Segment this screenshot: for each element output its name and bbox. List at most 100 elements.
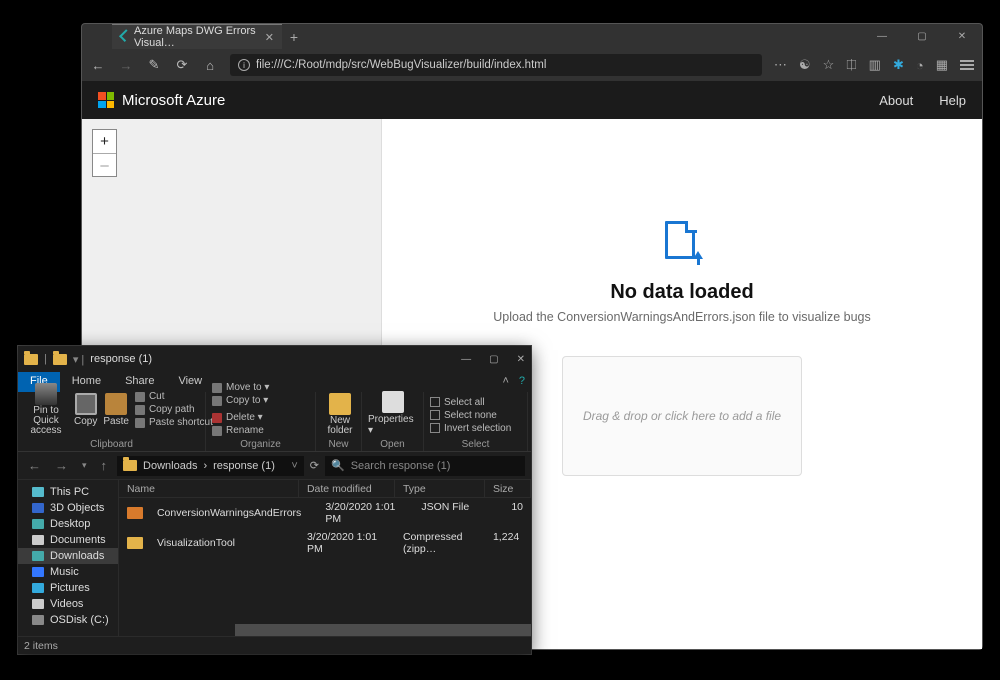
nav-tree[interactable]: This PC 3D Objects Desktop Documents Dow… [18, 480, 119, 636]
group-label-select: Select [424, 438, 527, 451]
collapse-ribbon-icon[interactable]: ˄ [498, 372, 512, 392]
explorer-close-button[interactable]: ✕ [517, 354, 525, 365]
explorer-maximize-button[interactable]: ▢ [489, 354, 498, 365]
expl-forward-button[interactable]: → [51, 458, 72, 473]
explorer-minimize-button[interactable]: — [461, 354, 471, 365]
maximize-button[interactable]: ▢ [902, 31, 942, 42]
horizontal-scrollbar[interactable] [235, 624, 415, 636]
account-icon[interactable]: ◔ [916, 58, 924, 73]
browser-window-controls: — ▢ ✕ [862, 24, 982, 49]
help-icon[interactable]: ? [513, 372, 531, 392]
expl-recent-button[interactable]: ▾ [78, 460, 91, 471]
col-size[interactable]: Size [485, 480, 531, 497]
tree-documents[interactable]: Documents [18, 532, 118, 548]
pin-quick-access-button[interactable]: Pin to Quick access [24, 383, 68, 436]
upload-file-icon [663, 219, 701, 263]
col-type[interactable]: Type [395, 480, 485, 497]
azure-logo[interactable]: Microsoft Azure [98, 92, 225, 109]
search-placeholder: Search response (1) [351, 460, 451, 472]
tab-title: Azure Maps DWG Errors Visual… [134, 25, 259, 49]
zoom-in-button[interactable]: + [93, 130, 116, 153]
new-tab-button[interactable]: + [282, 24, 306, 49]
ribbon: Pin to Quick access Copy Paste Cut Copy … [18, 392, 531, 452]
file-row[interactable]: ConversionWarningsAndErrors 3/20/2020 1:… [119, 498, 531, 528]
pocket-icon[interactable]: ▥ [869, 57, 881, 73]
reload-button[interactable]: ⟳ [174, 57, 190, 73]
more-actions-icon[interactable]: ⋯ [774, 57, 787, 73]
select-none-button[interactable]: Select none [430, 410, 511, 421]
rename-button[interactable]: Rename [212, 425, 264, 436]
column-headers[interactable]: Name Date modified Type Size [119, 480, 531, 498]
close-window-button[interactable]: ✕ [942, 31, 982, 42]
folder-icon [53, 354, 67, 365]
dev-tools-icon[interactable]: ✎ [146, 57, 162, 73]
paste-button[interactable]: Paste [103, 393, 129, 427]
back-button[interactable]: ← [90, 58, 106, 73]
site-info-icon[interactable]: i [238, 59, 250, 71]
azure-header: Microsoft Azure About Help [82, 81, 982, 119]
no-data-subtext: Upload the ConversionWarningsAndErrors.j… [493, 310, 871, 324]
zip-file-icon [127, 537, 143, 549]
status-bar: 2 items [18, 636, 531, 654]
zoom-control: + – [92, 129, 117, 177]
tree-desktop[interactable]: Desktop [18, 516, 118, 532]
refresh-button[interactable]: ⟳ [310, 459, 319, 472]
tree-downloads[interactable]: Downloads [18, 548, 118, 564]
copy-path-icon [135, 405, 145, 415]
tree-pictures[interactable]: Pictures [18, 580, 118, 596]
no-data-heading: No data loaded [610, 281, 753, 304]
json-file-icon [127, 507, 143, 519]
expl-up-button[interactable]: ↑ [97, 458, 112, 473]
tree-this-pc[interactable]: This PC [18, 484, 118, 500]
shield-icon[interactable]: ☯ [799, 57, 811, 73]
copy-to-button[interactable]: Copy to ▾ [212, 395, 269, 406]
col-date[interactable]: Date modified [299, 480, 395, 497]
about-link[interactable]: About [879, 93, 913, 108]
select-all-button[interactable]: Select all [430, 397, 511, 408]
explorer-titlebar[interactable]: | ▾ | response (1) — ▢ ✕ [18, 346, 531, 372]
copy-button[interactable]: Copy [74, 393, 97, 427]
forward-button[interactable]: → [118, 58, 134, 73]
invert-selection-button[interactable]: Invert selection [430, 423, 511, 434]
copy-path-button[interactable]: Copy path [135, 404, 213, 415]
delete-button[interactable]: Delete ▾ [212, 412, 264, 423]
cut-icon [135, 392, 145, 402]
move-to-button[interactable]: Move to ▾ [212, 382, 269, 393]
search-icon: 🔍 [331, 459, 345, 472]
tree-osdisk[interactable]: OSDisk (C:) [18, 612, 118, 628]
home-button[interactable]: ⌂ [202, 58, 218, 73]
explorer-search-input[interactable]: 🔍 Search response (1) [325, 456, 525, 476]
close-tab-icon[interactable]: ✕ [265, 31, 274, 44]
cut-button[interactable]: Cut [135, 391, 213, 402]
microsoft-logo-icon [98, 92, 114, 108]
help-link[interactable]: Help [939, 93, 966, 108]
browser-titlebar: Azure Maps DWG Errors Visual… ✕ + — ▢ ✕ [82, 24, 982, 49]
breadcrumb-dropdown-icon[interactable]: ˅ [291, 460, 297, 472]
file-dropzone[interactable]: Drag & drop or click here to add a file [562, 356, 802, 476]
breadcrumb[interactable]: Downloads › response (1) ˅ [117, 456, 304, 476]
extension-icon[interactable]: ✱ [893, 57, 904, 73]
browser-tab[interactable]: Azure Maps DWG Errors Visual… ✕ [112, 24, 282, 49]
expl-back-button[interactable]: ← [24, 458, 45, 473]
tree-music[interactable]: Music [18, 564, 118, 580]
url-field[interactable]: i file:///C:/Root/mdp/src/WebBugVisualiz… [230, 54, 762, 76]
properties-button[interactable]: Properties ▾ [368, 391, 417, 436]
minimize-button[interactable]: — [862, 31, 902, 42]
explorer-path-bar: ← → ▾ ↑ Downloads › response (1) ˅ ⟳ 🔍 S… [18, 452, 531, 480]
col-name[interactable]: Name [119, 480, 299, 497]
zoom-out-button[interactable]: – [93, 153, 116, 176]
hamburger-menu-icon[interactable] [960, 60, 974, 70]
folder-icon [123, 460, 137, 471]
file-row[interactable]: VisualizationTool 3/20/2020 1:01 PM Comp… [119, 528, 531, 558]
bookmark-icon[interactable]: ☆ [823, 57, 835, 73]
tree-videos[interactable]: Videos [18, 596, 118, 612]
tree-3d-objects[interactable]: 3D Objects [18, 500, 118, 516]
library-icon[interactable]: ⎅ [846, 57, 856, 73]
address-bar: ← → ✎ ⟳ ⌂ i file:///C:/Root/mdp/src/WebB… [82, 49, 982, 81]
file-explorer-window: | ▾ | response (1) — ▢ ✕ File Home Share… [18, 346, 531, 654]
url-text: file:///C:/Root/mdp/src/WebBugVisualizer… [256, 59, 546, 71]
new-folder-button[interactable]: New folder [322, 393, 358, 436]
item-count: 2 items [24, 640, 58, 652]
grid-extension-icon[interactable]: ▦ [936, 57, 948, 73]
paste-shortcut-button[interactable]: Paste shortcut [135, 417, 213, 428]
